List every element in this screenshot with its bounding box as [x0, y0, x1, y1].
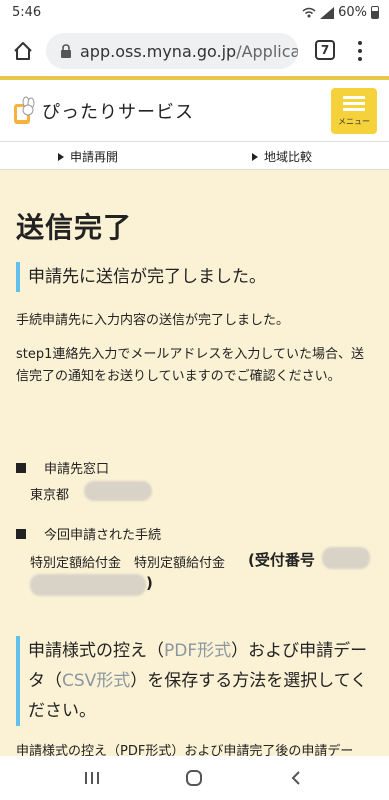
hamburger-bar: [343, 107, 365, 111]
sub-navigation: 申請再開 地域比較: [0, 142, 389, 170]
browser-toolbar: app.oss.myna.go.jp/Applica 7: [0, 26, 389, 76]
receipt-number-label: (受付番号: [248, 551, 315, 569]
tab-switcher-button[interactable]: 7: [315, 40, 335, 60]
wifi-icon: [302, 7, 316, 18]
battery-percent: 60%: [338, 5, 367, 20]
dot-icon: [358, 49, 362, 53]
status-heading: 申請先に送信が完了しました。: [16, 262, 376, 292]
triangle-right-icon: [58, 152, 64, 161]
home-icon: [14, 42, 32, 60]
address-bar[interactable]: app.oss.myna.go.jp/Applica: [46, 33, 298, 69]
recipient-value: 東京都: [30, 488, 70, 503]
save-method-heading: 申請様式の控え（PDF形式）および申請データ（CSV形式）を保存する方法を選択し…: [16, 636, 380, 726]
site-title[interactable]: ぴったりサービス: [42, 98, 194, 124]
dot-icon: [358, 57, 362, 61]
recipient-label: 申請先窓口: [44, 462, 110, 477]
signal-icon: [320, 6, 335, 19]
url-path: /Applica: [236, 41, 298, 61]
recent-apps-button[interactable]: [80, 766, 104, 790]
url-host: app.oss.myna.go.jp: [80, 41, 237, 61]
completion-message: 手続申請先に入力内容の送信が完了しました。: [16, 313, 290, 328]
save-description: 申請様式の控え（PDF形式）および申請完了後の申請デー: [16, 744, 354, 756]
back-icon: [291, 771, 300, 785]
home-nav-button[interactable]: [182, 766, 206, 790]
main-content: 送信完了 申請先に送信が完了しました。 手続申請先に入力内容の送信が完了しました…: [0, 170, 389, 756]
site-header: ぴったりサービス メニュー: [0, 80, 389, 142]
recent-apps-icon: [85, 772, 99, 784]
more-options-button[interactable]: [354, 38, 366, 64]
procedure-label-row: 今回申請された手続: [16, 524, 161, 543]
triangle-right-icon: [252, 152, 258, 161]
logo-icon[interactable]: [12, 96, 36, 126]
redacted-block: [322, 547, 370, 569]
procedure-label: 今回申請された手続: [44, 528, 162, 543]
lock-icon: [60, 44, 72, 58]
back-nav-button[interactable]: [284, 766, 308, 790]
email-notice: step1連絡先入力でメールアドレスを入力していた場合、送信完了の通知をお送りし…: [16, 347, 365, 384]
system-navigation-bar: [0, 756, 389, 800]
resume-label: 申請再開: [70, 150, 119, 164]
compare-label: 地域比較: [264, 150, 313, 164]
status-icons: 60%: [302, 5, 379, 20]
menu-button[interactable]: メニュー: [331, 88, 377, 134]
hamburger-icon: [343, 95, 365, 99]
hamburger-bar: [343, 101, 365, 105]
square-bullet-icon: [16, 528, 26, 539]
csv-format-text: CSV形式: [62, 671, 131, 691]
home-button[interactable]: [10, 38, 36, 64]
page-title: 送信完了: [16, 211, 133, 244]
dot-icon: [358, 41, 362, 45]
status-time: 5:46: [12, 5, 42, 20]
region-compare-link[interactable]: 地域比較: [252, 148, 312, 165]
status-bar: 5:46 60%: [0, 0, 389, 26]
recipient-label-row: 申請先窓口: [16, 458, 109, 477]
procedure-value: 特別定額給付金 特別定額給付金: [30, 556, 226, 571]
redacted-block: [84, 481, 152, 501]
redacted-block: [30, 574, 146, 596]
save-heading-text: 申請様式の控え（: [28, 641, 164, 661]
battery-icon: [371, 6, 379, 19]
home-circle-icon: [186, 770, 202, 786]
resume-application-link[interactable]: 申請再開: [58, 148, 118, 165]
pdf-format-text: PDF形式: [164, 641, 232, 661]
receipt-close: ): [146, 574, 153, 592]
square-bullet-icon: [16, 462, 26, 473]
menu-label: メニュー: [338, 116, 370, 126]
